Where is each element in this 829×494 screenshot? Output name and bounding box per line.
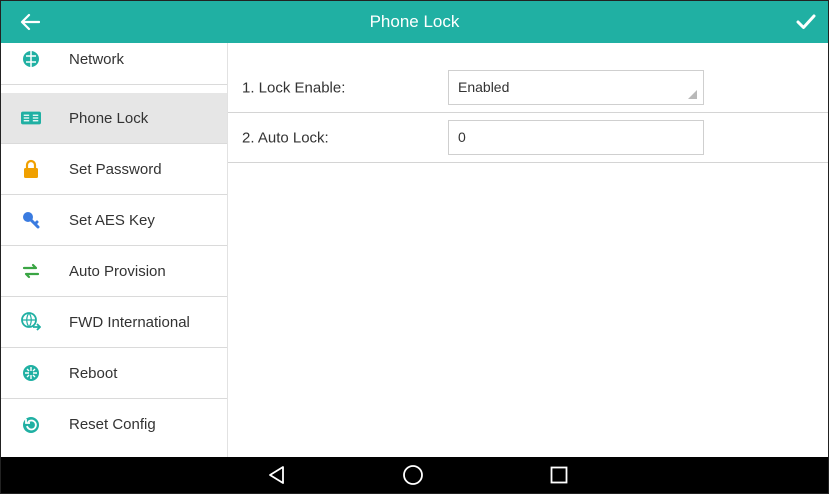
sidebar-item-set-aes-key[interactable]: Set AES Key [1, 195, 227, 246]
sidebar-item-label: FWD International [69, 313, 190, 331]
lock-enable-select[interactable]: Enabled [448, 70, 704, 105]
nav-recents-button[interactable] [539, 457, 579, 493]
nav-back-icon [269, 466, 284, 484]
auto-lock-input[interactable]: 0 [448, 120, 704, 155]
sidebar-item-phone-lock[interactable]: Phone Lock [1, 93, 227, 144]
sidebar-item-label: Network [69, 50, 125, 68]
nav-recents-icon [550, 466, 568, 484]
sidebar-item-network[interactable]: Network [1, 43, 227, 85]
title-bar: Phone Lock [1, 1, 828, 43]
screen: Phone Lock Network Phone Lock Set Passwo… [0, 0, 829, 494]
lock-enable-row: 1. Lock Enable: Enabled [228, 63, 828, 113]
phone-lock-icon [21, 108, 41, 128]
nav-home-button[interactable] [393, 457, 433, 493]
reboot-icon [21, 363, 41, 383]
checkmark-icon [796, 14, 816, 29]
sidebar: Network Phone Lock Set Password Set AES … [1, 43, 228, 457]
sidebar-item-label: Phone Lock [69, 109, 149, 127]
reset-icon [21, 415, 41, 435]
dropdown-corner-icon [688, 90, 697, 99]
settings-panel: 1. Lock Enable: Enabled 2. Auto Lock: 0 [228, 43, 828, 457]
nav-home-icon [403, 465, 423, 485]
sidebar-item-label: Reset Config [69, 416, 156, 433]
lock-icon [21, 159, 41, 179]
sidebar-item-fwd-international[interactable]: FWD International [1, 297, 227, 348]
page-title: Phone Lock [369, 12, 460, 31]
network-icon [21, 49, 41, 69]
confirm-button[interactable] [792, 8, 820, 36]
lock-enable-value: Enabled [458, 79, 510, 95]
auto-lock-row: 2. Auto Lock: 0 [228, 113, 828, 163]
nav-back-button[interactable] [256, 457, 296, 493]
sidebar-item-reboot[interactable]: Reboot [1, 348, 227, 399]
sidebar-item-label: Set Password [69, 160, 162, 178]
sidebar-item-set-password[interactable]: Set Password [1, 144, 227, 195]
sidebar-item-label: Auto Provision [69, 262, 166, 280]
sync-icon [21, 261, 41, 281]
sidebar-item-label: Reboot [69, 364, 118, 382]
sidebar-item-label: Set AES Key [69, 211, 155, 229]
navigation-bar [1, 457, 828, 493]
auto-lock-value: 0 [458, 129, 466, 145]
sidebar-item-reset-config[interactable]: Reset Config [1, 399, 227, 450]
globe-forward-icon [21, 312, 41, 332]
auto-lock-label: 2. Auto Lock: [242, 129, 329, 146]
key-icon [21, 210, 41, 230]
sidebar-item-auto-provision[interactable]: Auto Provision [1, 246, 227, 297]
lock-enable-label: 1. Lock Enable: [242, 79, 346, 96]
